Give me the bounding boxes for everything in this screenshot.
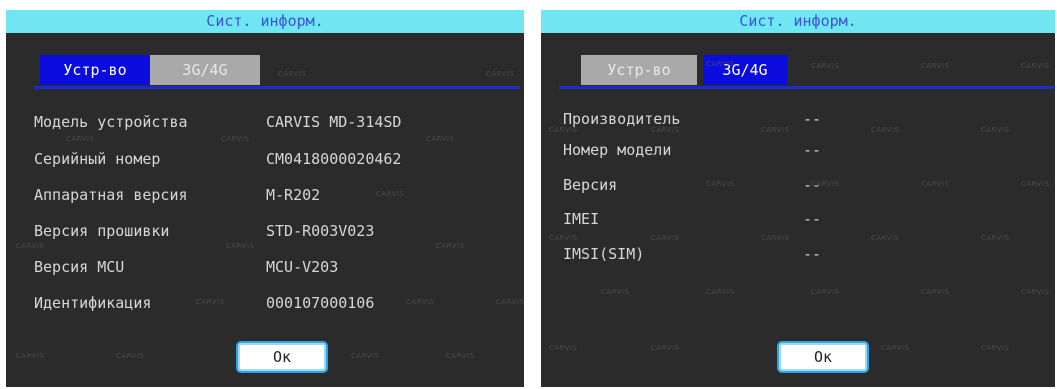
watermark: CARVIS <box>549 126 578 134</box>
watermark: CARVIS <box>651 126 680 134</box>
tab-bar: Устр-во 3G/4G <box>40 55 260 85</box>
watermark: CARVIS <box>16 352 45 360</box>
watermark: CARVIS <box>426 135 455 143</box>
watermark: CARVIS <box>351 352 380 360</box>
watermark: CARVIS <box>406 298 435 306</box>
watermark: CARVIS <box>761 234 790 242</box>
watermark: CARVIS <box>811 62 840 70</box>
row-value: -- <box>803 210 822 228</box>
row-label: Версия прошивки <box>34 222 170 240</box>
watermark: CARVIS <box>921 180 950 188</box>
row-value: CARVIS MD-314SD <box>266 113 402 131</box>
watermark: CARVIS <box>981 126 1010 134</box>
row-label: Номер модели <box>563 141 672 159</box>
tab-device[interactable]: Устр-во <box>581 55 697 85</box>
window-title: Сист. информ. <box>541 10 1055 33</box>
watermark: CARVIS <box>549 234 578 242</box>
row-label: Версия <box>563 176 618 194</box>
tab-device[interactable]: Устр-во <box>40 55 150 85</box>
watermark: CARVIS <box>706 180 735 188</box>
watermark: CARVIS <box>881 344 910 352</box>
watermark: CARVIS <box>1021 288 1050 296</box>
row-label: Версия MCU <box>34 258 125 276</box>
watermark: CARVIS <box>761 126 790 134</box>
tab-bar: Устр-во 3G/4G <box>575 55 787 85</box>
watermark: CARVIS <box>116 352 145 360</box>
watermark: CARVIS <box>436 242 465 250</box>
row-value: -- <box>803 245 822 263</box>
watermark: CARVIS <box>921 62 950 70</box>
watermark: CARVIS <box>196 298 225 306</box>
watermark: CARVIS <box>651 234 680 242</box>
tab-underline <box>34 86 520 89</box>
device-info-panel: Сист. информ. Устр-во 3G/4G Модель устро… <box>6 10 524 387</box>
row-label: IMEI <box>563 210 600 228</box>
row-value: M-R202 <box>266 186 321 204</box>
watermark: CARVIS <box>871 234 900 242</box>
row-value: CM0418000020462 <box>266 150 402 168</box>
watermark: CARVIS <box>921 288 950 296</box>
watermark: CARVIS <box>601 288 630 296</box>
row-label: Серийный номер <box>34 150 161 168</box>
watermark: CARVIS <box>811 180 840 188</box>
row-value: STD-R003V023 <box>266 222 375 240</box>
tab-3g4g[interactable]: 3G/4G <box>150 55 260 85</box>
watermark: CARVIS <box>376 190 405 198</box>
network-info-panel: Сист. информ. Устр-во 3G/4G Производител… <box>541 10 1055 387</box>
ok-button[interactable]: Ок <box>236 341 328 373</box>
row-value: 000107000106 <box>266 294 375 312</box>
row-value: -- <box>803 110 822 128</box>
watermark: CARVIS <box>981 234 1010 242</box>
watermark: CARVIS <box>226 242 255 250</box>
watermark: CARVIS <box>706 288 735 296</box>
watermark: CARVIS <box>221 135 250 143</box>
watermark: CARVIS <box>549 344 578 352</box>
tab-underline <box>559 86 1055 89</box>
row-label: Модель устройства <box>34 113 188 131</box>
watermark: CARVIS <box>446 352 475 360</box>
watermark: CARVIS <box>278 70 307 78</box>
row-label: Идентификация <box>34 294 152 312</box>
watermark: CARVIS <box>871 126 900 134</box>
watermark: CARVIS <box>1021 62 1050 70</box>
watermark: CARVIS <box>496 298 524 306</box>
watermark: CARVIS <box>66 135 95 143</box>
watermark: CARVIS <box>981 344 1010 352</box>
watermark: CARVIS <box>16 242 45 250</box>
row-value: -- <box>803 141 822 159</box>
ok-button[interactable]: Ок <box>777 341 869 373</box>
watermark: CARVIS <box>651 344 680 352</box>
row-value: MCU-V203 <box>266 258 339 276</box>
watermark: CARVIS <box>486 70 515 78</box>
watermark: CARVIS <box>1021 180 1050 188</box>
row-label: IMSI(SIM) <box>563 245 645 263</box>
watermark: CARVIS <box>706 60 735 68</box>
window-title: Сист. информ. <box>6 10 524 33</box>
watermark: CARVIS <box>811 288 840 296</box>
row-label: Аппаратная версия <box>34 186 188 204</box>
